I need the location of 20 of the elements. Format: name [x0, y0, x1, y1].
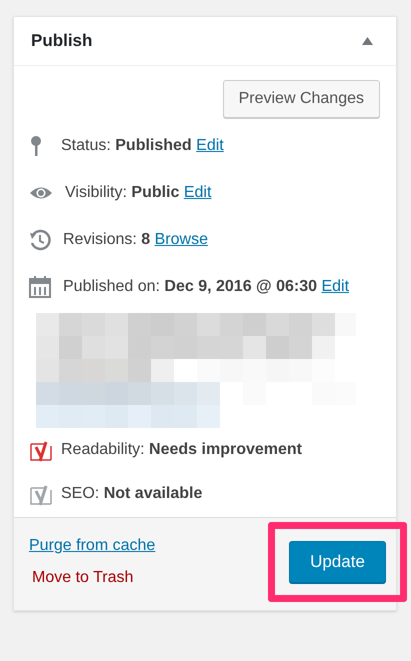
calendar-icon	[29, 276, 51, 298]
row-text: Revisions: 8	[63, 231, 150, 248]
row-text: Status: Published	[61, 137, 192, 154]
purge-cache-link[interactable]: Purge from cache	[29, 534, 156, 558]
move-to-trash-link[interactable]: Move to Trash	[32, 566, 156, 590]
row-text: Visibility: Public	[65, 184, 180, 201]
history-icon	[29, 228, 51, 251]
pin-icon	[29, 134, 43, 157]
edit-link[interactable]: Edit	[196, 137, 224, 154]
eye-icon	[29, 184, 53, 201]
collapse-arrow-icon[interactable]	[362, 37, 373, 45]
edit-link[interactable]: Edit	[184, 184, 212, 201]
edit-link[interactable]: Edit	[321, 278, 350, 295]
score-text: SEO: Not available	[61, 484, 202, 504]
update-button[interactable]: Update	[289, 541, 386, 583]
edit-link[interactable]: Browse	[154, 231, 208, 248]
preview-changes-button[interactable]: Preview Changes	[222, 80, 380, 118]
row-text: Published on: Dec 9, 2016 @ 06:30	[63, 278, 317, 295]
score-text: Readability: Needs improvement	[61, 440, 302, 460]
panel-title: Publish	[31, 30, 92, 52]
